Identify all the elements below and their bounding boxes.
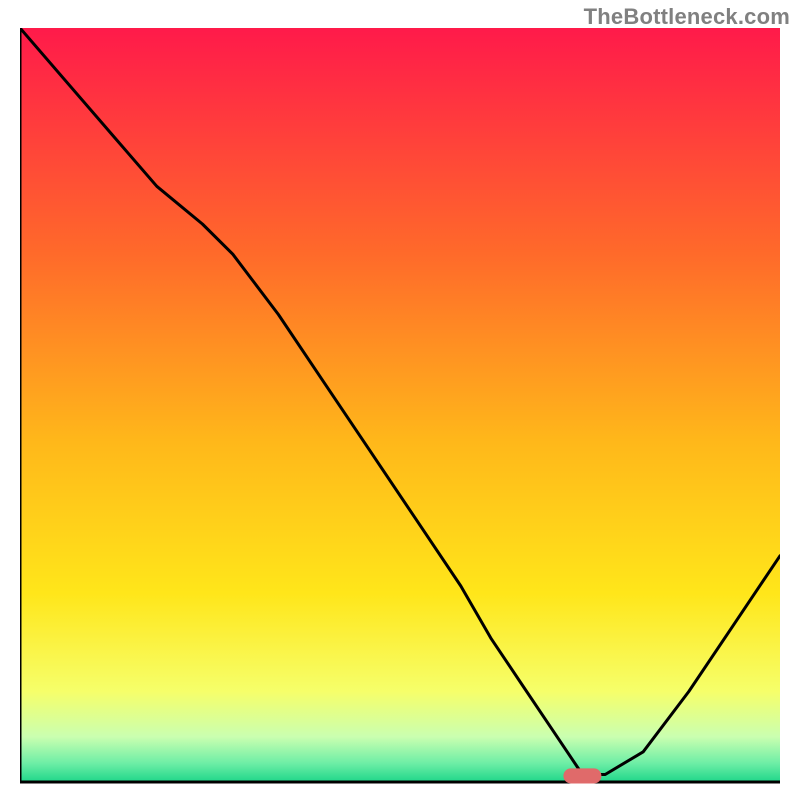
optimum-marker: [563, 768, 601, 783]
gradient-background: [20, 28, 780, 782]
plot-area: [20, 28, 780, 786]
watermark-text: TheBottleneck.com: [584, 4, 790, 30]
plot-svg: [20, 28, 780, 786]
chart-stage: TheBottleneck.com: [0, 0, 800, 800]
